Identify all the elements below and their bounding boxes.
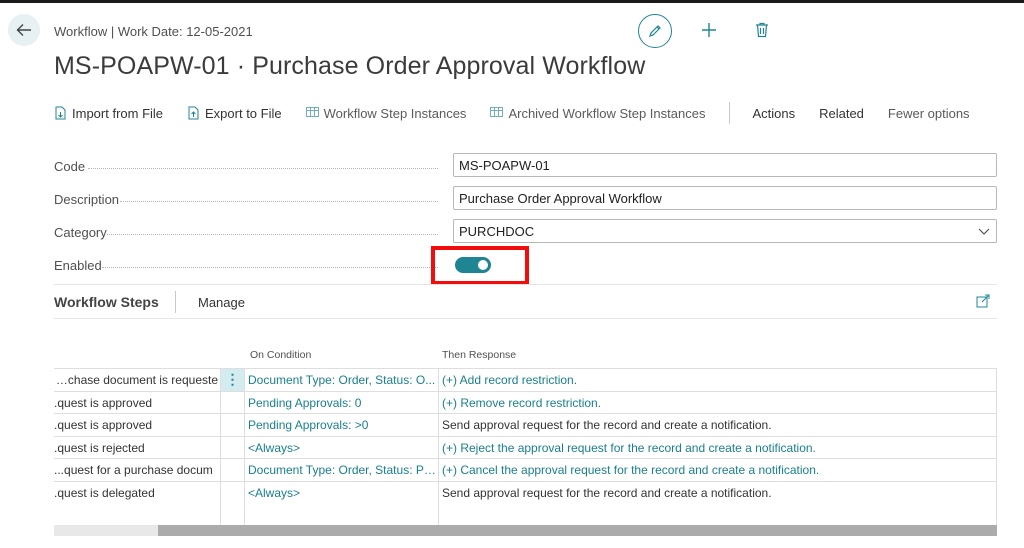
then-response-cell[interactable]: (+) Remove record restriction. [438,391,997,413]
category-select[interactable]: PURCHDOC [453,219,997,243]
then-response-cell[interactable]: Send approval request for the record and… [438,414,997,436]
pencil-icon [649,25,661,37]
description-label: Description [54,192,120,207]
table-row[interactable]: quest is delegated. <Always> Send approv… [54,480,997,504]
when-event-cell[interactable]: quest is approved. [54,414,218,436]
back-arrow-icon [16,24,31,36]
row-menu-cell [220,481,244,503]
then-response-cell[interactable]: (+) Add record restriction. [438,369,997,391]
row-menu-cell [220,414,244,436]
archived-workflow-step-instances-button[interactable]: Archived Workflow Step Instances [490,106,705,121]
on-condition-cell[interactable] [244,503,438,525]
description-dots [120,201,438,202]
new-button[interactable] [699,20,719,40]
chevron-down-icon [978,228,990,235]
when-event-cell[interactable]: quest is rejected. [54,437,218,459]
on-condition-cell[interactable]: Pending Approvals: >0 [244,414,438,436]
workflow-step-instances-label: Workflow Step Instances [323,105,467,121]
description-field[interactable]: Purchase Order Approval Workflow [453,186,997,210]
when-event-cell[interactable]: quest is delegated. [54,482,218,504]
category-value: PURCHDOC [459,224,535,239]
breadcrumb: Workflow | Work Date: 12-05-2021 [54,24,253,39]
row-menu-cell [220,436,244,458]
workflow-steps-grid: rchase document is requeste... ⋮ Documen… [54,368,997,525]
then-response-cell[interactable]: (+) Cancel the approval request for the … [438,459,997,481]
import-from-file-label: Import from File [72,105,164,121]
delete-button[interactable] [752,20,772,40]
import-from-file-button[interactable]: Import from File [54,106,163,121]
column-header-on-condition[interactable]: On Condition [250,349,311,361]
on-condition-cell[interactable]: Document Type: Order, Status: O... [244,369,438,391]
toolbar-divider [729,102,731,124]
horizontal-scrollbar[interactable] [54,525,997,536]
code-dots [88,168,438,169]
enabled-label: Enabled [54,258,102,273]
code-label: Code [54,159,86,174]
back-button[interactable] [8,14,40,46]
trash-icon [756,22,768,38]
row-menu-cell [220,459,244,481]
on-condition-cell[interactable]: Document Type: Order, Status: Pe... [244,459,438,481]
export-to-file-label: Export to File [205,105,282,121]
then-response-cell[interactable]: (+) Reject the approval request for the … [438,436,997,458]
on-condition-cell[interactable]: <Always> [244,436,438,458]
import-file-icon [54,106,67,120]
code-field[interactable]: MS-POAPW-01 [453,153,997,177]
related-menu[interactable]: Related [819,106,864,121]
row-menu-button[interactable]: ⋮ [220,369,244,391]
section-title-separator [175,291,176,313]
when-event-cell[interactable]: rchase document is requeste... [54,369,218,391]
fewer-options-button[interactable]: Fewer options [888,106,970,121]
actions-menu[interactable]: Actions [752,106,795,121]
row-menu-cell [220,503,244,525]
highlight-box [431,246,529,285]
on-condition-cell[interactable]: <Always> [244,481,438,503]
action-bar: Import from File Export to File Workflow… [54,100,994,126]
manage-menu[interactable]: Manage [198,295,245,310]
export-to-file-button[interactable]: Export to File [187,106,282,121]
when-event-cell[interactable]: quest is approved. [54,392,218,414]
table-icon [490,106,504,120]
scrollbar-thumb[interactable] [158,525,997,536]
expand-icon[interactable] [976,294,990,308]
table-row[interactable]: quest is rejected. <Always> (+) Reject t… [54,435,997,459]
page-title: MS-POAPW-01 · Purchase Order Approval Wo… [54,52,646,80]
category-label: Category [54,225,107,240]
category-dots [107,234,438,235]
then-response-cell[interactable] [438,503,997,525]
new-row[interactable] [54,503,997,525]
workflow-steps-title[interactable]: Workflow Steps [54,294,159,310]
table-row[interactable]: rchase document is requeste... ⋮ Documen… [54,368,997,391]
section-divider [54,284,997,285]
table-row[interactable]: quest for a purchase docum... Document T… [54,458,997,481]
section-divider-bottom [54,318,997,319]
table-icon [305,106,319,120]
plus-icon [702,23,716,37]
export-file-icon [187,106,200,120]
table-row[interactable]: quest is approved. Pending Approvals: >0… [54,413,997,436]
column-header-then-response[interactable]: Then Response [442,349,516,361]
then-response-cell[interactable]: Send approval request for the record and… [438,481,997,503]
on-condition-cell[interactable]: Pending Approvals: 0 [244,391,438,413]
edit-button[interactable] [638,14,672,48]
when-event-cell[interactable]: quest for a purchase docum... [54,459,218,481]
workflow-step-instances-button[interactable]: Workflow Step Instances [305,105,467,121]
enabled-dots [102,267,438,268]
archived-workflow-step-instances-label: Archived Workflow Step Instances [508,105,706,121]
table-row[interactable]: quest is approved. Pending Approvals: 0 … [54,390,997,414]
window-top-border [0,0,1024,3]
row-menu-cell [220,391,244,413]
